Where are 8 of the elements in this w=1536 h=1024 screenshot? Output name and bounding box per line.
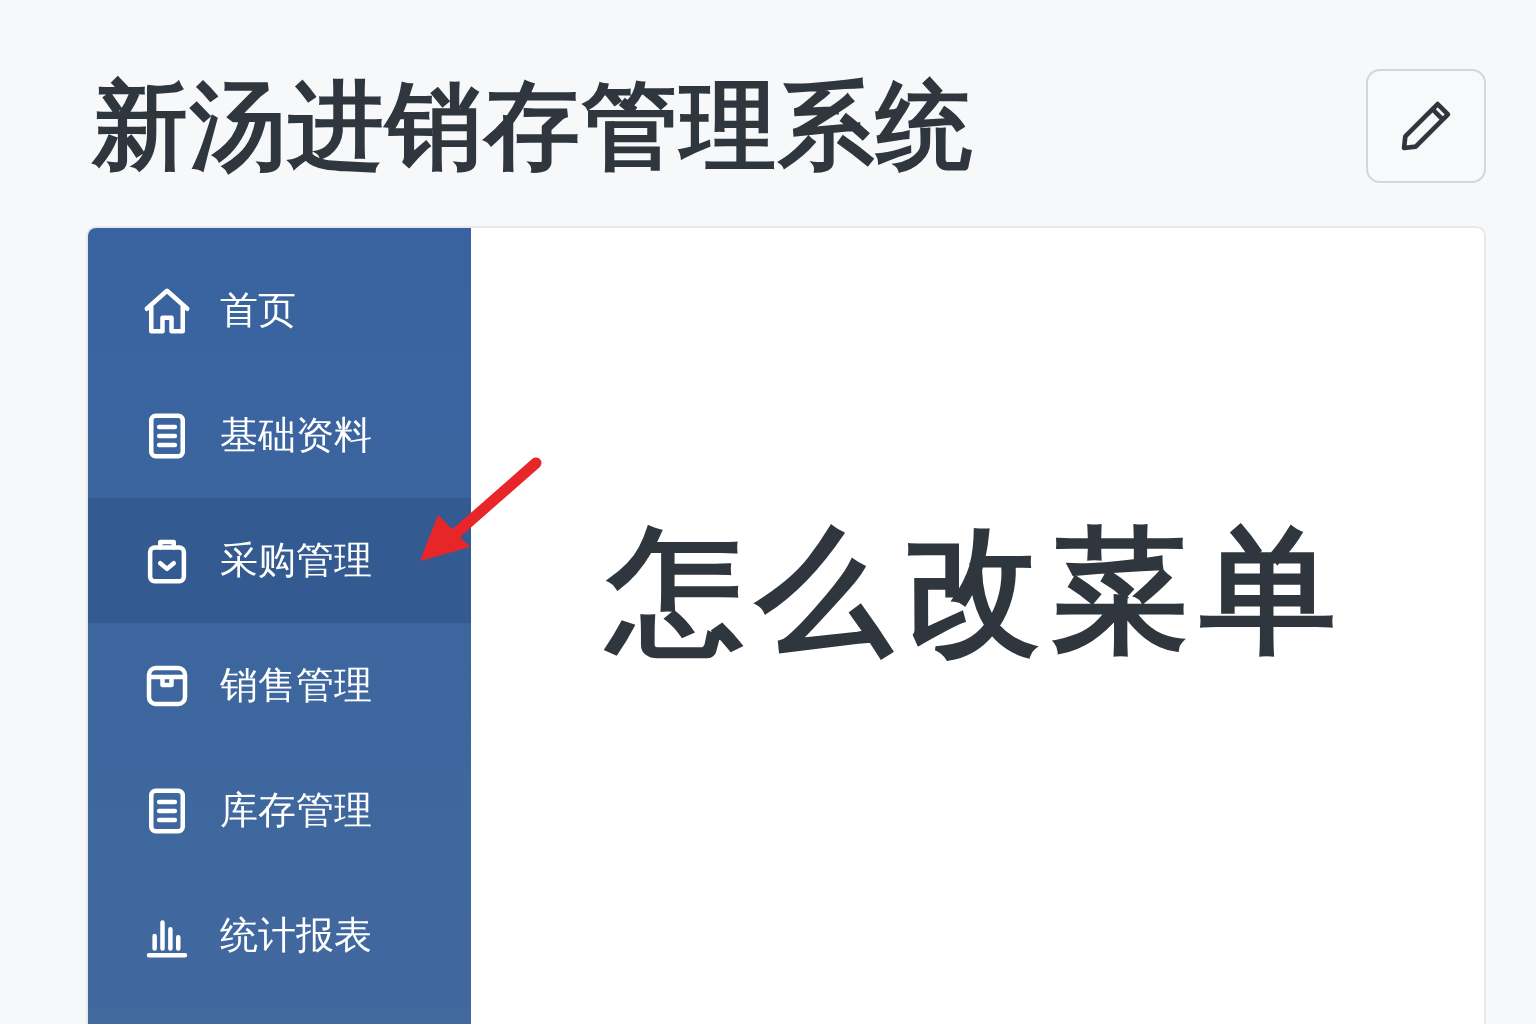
app-title: 新汤进销存管理系统 xyxy=(92,78,974,174)
sidebar-item[interactable]: 采购管理 xyxy=(88,498,471,623)
sidebar-item[interactable]: 库存管理 xyxy=(88,748,471,873)
sidebar-item[interactable]: 统计报表 xyxy=(88,873,471,998)
sidebar-item[interactable]: 基础资料 xyxy=(88,373,471,498)
sidebar-item[interactable]: 销售管理 xyxy=(88,623,471,748)
edit-button[interactable] xyxy=(1366,69,1486,183)
sidebar-item[interactable]: 首页 xyxy=(88,248,471,373)
